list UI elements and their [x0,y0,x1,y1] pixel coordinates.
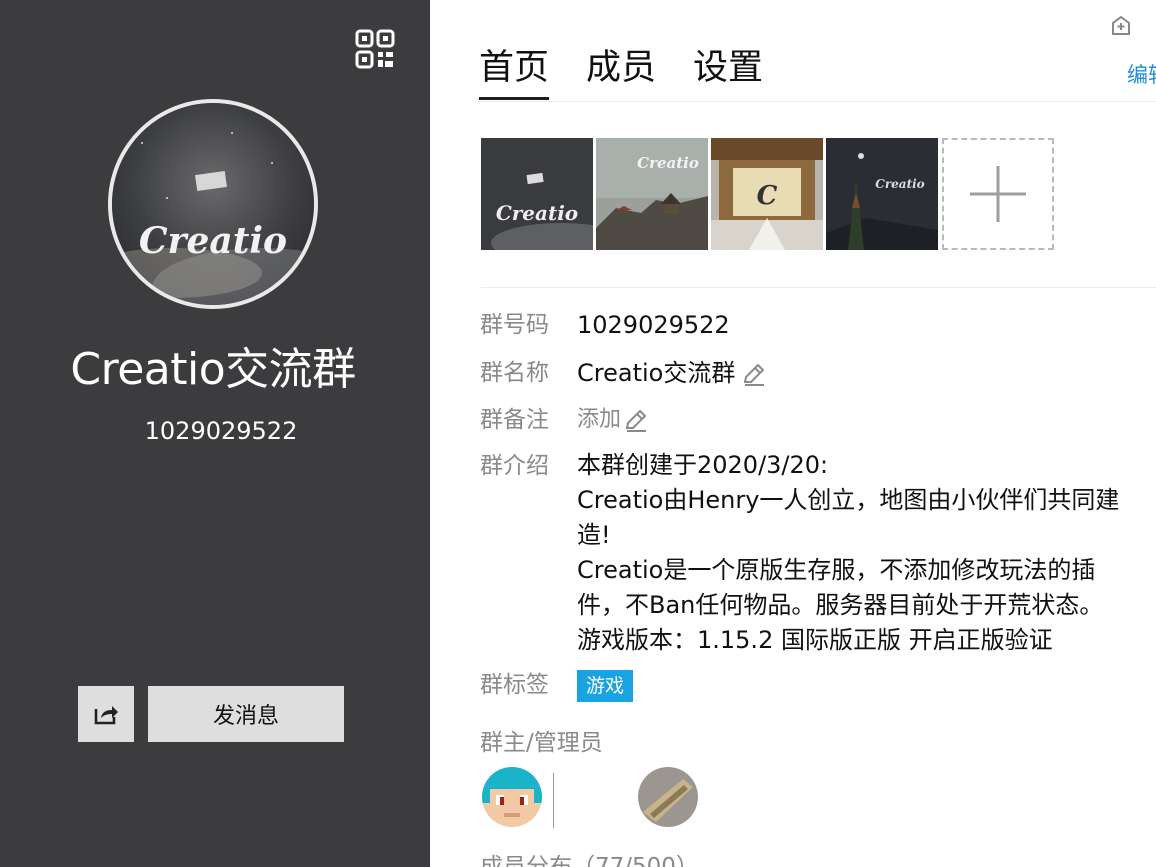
intro-line: Creatio是一个原版生存服，不添加修改玩法的插 [577,556,1096,584]
intro-line: 本群创建于2020/3/20: [577,451,829,479]
add-photo-button[interactable] [942,138,1054,250]
intro-line: 造! [577,521,611,549]
group-tags-label: 群标签 [480,672,549,698]
gallery-photo[interactable]: Creatio [596,138,708,250]
group-name-heading: Creatio交流群 [70,344,356,395]
edit-pencil-icon[interactable] [741,361,767,387]
share-icon [94,706,118,725]
gallery-photo[interactable]: Creatio [481,138,593,250]
gallery-photo[interactable]: Creatio [826,138,938,250]
intro-line: 游戏版本：1.15.2 国际版正版 开启正版验证 [577,626,1053,654]
tab-members[interactable]: 成员 [586,44,656,92]
edit-link[interactable]: 编辑 [1127,61,1156,89]
group-remark-row[interactable]: 添加 [577,404,649,436]
photo-caption: Creatio [637,154,699,172]
group-intro-label: 群介绍 [480,453,549,479]
group-number-value: 1029029522 [577,311,730,339]
intro-line: Creatio由Henry一人创立，地图由小伙伴们共同建 [577,486,1120,514]
photo-caption: Creatio [875,177,924,191]
group-avatar[interactable]: Creatio [108,99,318,309]
share-button[interactable] [78,686,134,742]
send-message-button[interactable]: 发消息 [148,686,344,742]
photo-caption: C [757,181,778,211]
edit-pencil-icon[interactable] [623,407,649,433]
avatar-logo-text: Creatio [139,220,287,262]
group-number-text: 1029029522 [144,417,298,445]
owner-avatar[interactable] [482,767,542,827]
group-tag-badge[interactable]: 游戏 [577,670,634,702]
group-name-row: Creatio交流群 [577,357,767,389]
group-remark-value[interactable]: 添加 [577,407,621,432]
pin-window-icon[interactable] [1109,14,1133,38]
admin-avatar[interactable] [638,767,698,827]
group-number-label: 群号码 [480,312,549,338]
admins-label: 群主/管理员 [480,730,603,756]
photo-caption: Creatio [496,201,578,225]
group-name-value: Creatio交流群 [577,359,736,387]
group-profile-panel: Creatio Creatio交流群 1029029522 发消息 [0,0,430,867]
admin-divider [553,773,554,828]
plus-icon [970,166,1026,222]
group-intro-text: 本群创建于2020/3/20: Creatio由Henry一人创立，地图由小伙伴… [577,448,1156,658]
section-divider [481,287,1156,288]
group-remark-label: 群备注 [480,407,549,433]
active-tab-indicator [479,97,549,100]
members-distribution-label: 成员分布（77/500） [480,854,699,867]
intro-line: 件，不Ban任何物品。服务器目前处于开荒状态。 [577,591,1104,619]
tab-divider [479,101,1156,102]
tab-home[interactable]: 首页 [479,44,549,92]
gallery-photo[interactable]: C [711,138,823,250]
tab-bar: 首页 成员 设置 [479,44,800,92]
group-name-label: 群名称 [480,360,549,386]
tab-settings[interactable]: 设置 [693,44,763,92]
qr-code-icon[interactable] [355,29,395,69]
photo-gallery: Creatio Creatio C Creatio [481,138,1054,250]
